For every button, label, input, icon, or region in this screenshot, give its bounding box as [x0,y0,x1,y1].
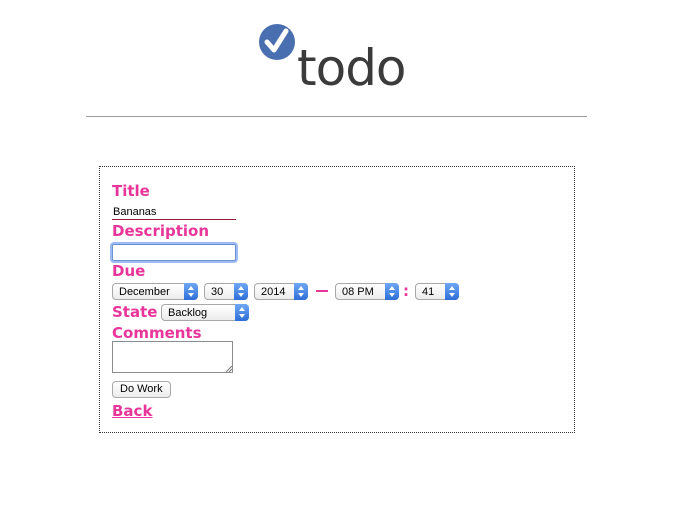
select-arrows-icon [385,283,399,300]
title-input[interactable] [112,205,236,220]
title-label: Title [112,182,150,200]
checkmark-circle-icon [259,24,295,60]
comments-textarea[interactable] [112,341,233,373]
state-select[interactable]: Backlog [161,304,249,321]
due-day-value: 30 [211,286,224,298]
due-month-value: December [119,286,170,298]
date-time-separator [316,290,328,292]
select-arrows-icon [235,304,249,321]
description-input[interactable] [112,244,236,261]
todo-form: Title Description Due December 30 2014 0… [99,166,575,433]
app-logo: todo [259,22,411,98]
due-year-select[interactable]: 2014 [254,283,308,300]
logo-text: todo [297,39,407,97]
header-divider [86,116,587,117]
back-link[interactable]: Back [112,402,152,420]
description-label: Description [112,222,210,240]
select-arrows-icon [234,283,248,300]
resize-grip-icon[interactable] [225,365,232,372]
time-separator: : [403,282,409,300]
due-day-select[interactable]: 30 [204,283,248,300]
due-label: Due [112,262,146,280]
select-arrows-icon [184,283,198,300]
due-hour-select[interactable]: 08 PM [335,283,399,300]
due-minute-select[interactable]: 41 [415,283,459,300]
due-minute-value: 41 [422,286,435,298]
due-hour-value: 08 PM [342,286,374,298]
comments-label: Comments [112,324,202,342]
select-arrows-icon [294,283,308,300]
select-arrows-icon [445,283,459,300]
due-month-select[interactable]: December [112,283,198,300]
do-work-button[interactable]: Do Work [112,381,171,398]
due-year-value: 2014 [261,286,286,298]
state-value: Backlog [168,307,208,319]
state-label: State [112,303,158,321]
